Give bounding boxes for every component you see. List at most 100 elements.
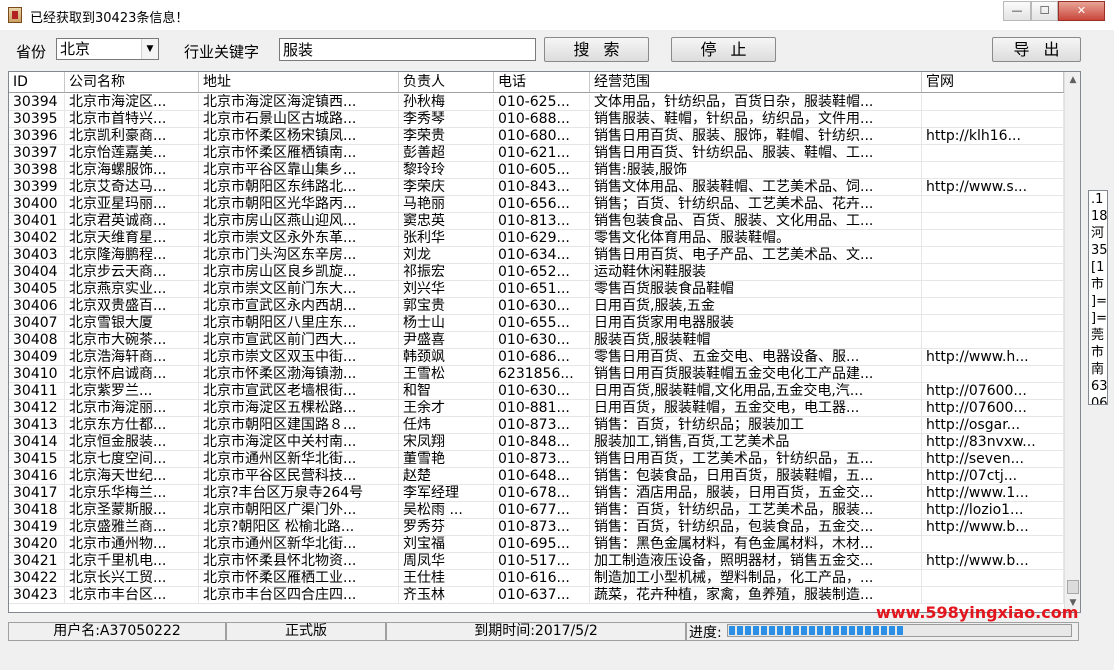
header-col-id[interactable]: ID <box>9 72 65 92</box>
cell-id: 30398 <box>9 162 65 179</box>
side-peek-text: 06 <box>1091 396 1108 405</box>
table-row[interactable]: 30414 北京恒金服装... 北京市海淀区中关村南... 宋凤翔 010-848...… <box>9 434 1064 451</box>
cell-address: 北京市朝阳区东纬路北... <box>199 179 399 196</box>
table-row[interactable]: 30418 北京圣蒙斯服... 北京市朝阳区广渠门外... 吴松雨 ... 010-67… <box>9 502 1064 519</box>
scroll-up-icon[interactable]: ▲ <box>1065 72 1080 89</box>
table-row[interactable]: 30419 北京盛雅兰商... 北京?朝阳区 松榆北路... 罗秀芬 010-873..… <box>9 519 1064 536</box>
cell-phone: 010-634... <box>494 247 590 264</box>
cell-contact: 祁振宏 <box>399 264 494 281</box>
cell-company: 北京七度空间... <box>65 451 199 468</box>
keyword-input[interactable] <box>279 38 536 61</box>
vertical-scrollbar[interactable]: ▲ ▼ <box>1064 72 1080 612</box>
cell-website <box>922 281 1064 298</box>
table-row[interactable]: 30403 北京隆海鹏程... 北京市门头沟区东辛房... 刘龙 010-634... 销… <box>9 247 1064 264</box>
province-select[interactable]: 北京 ▼ <box>56 38 159 60</box>
table-row[interactable]: 30420 北京市通州物... 北京市通州区新华北街... 刘宝福 010-695...… <box>9 536 1064 553</box>
stop-button[interactable]: 停止 <box>671 37 776 62</box>
side-peek-text: [1 <box>1091 260 1105 275</box>
header-col-website[interactable]: 官网 <box>922 72 1064 92</box>
table-row[interactable]: 30401 北京君英诚商... 北京市房山区燕山迎风... 窦忠英 010-813...… <box>9 213 1064 230</box>
cell-id: 30420 <box>9 536 65 553</box>
cell-contact: 黎玲玲 <box>399 162 494 179</box>
table-row[interactable]: 30409 北京浩海轩商... 北京市崇文区双玉中街... 韩颈飒 010-686...… <box>9 349 1064 366</box>
cell-scope: 日用百货,服装,五金 <box>590 298 922 315</box>
cell-phone: 010-651... <box>494 281 590 298</box>
cell-website: http://07600... <box>922 400 1064 417</box>
table-row[interactable]: 30410 北京怀启诚商... 北京市怀柔区渤海镇渤... 王雪松 6231856...… <box>9 366 1064 383</box>
scroll-thumb[interactable] <box>1067 580 1079 594</box>
cell-id: 30407 <box>9 315 65 332</box>
cell-company: 北京君英诚商... <box>65 213 199 230</box>
table-row[interactable]: 30397 北京怡莲嘉美... 北京市怀柔区雁栖镇南... 彭善超 010-621...… <box>9 145 1064 162</box>
cell-address: 北京市通州区新华北街... <box>199 451 399 468</box>
table-row[interactable]: 30411 北京紫罗兰... 北京市宣武区老墙根街... 和智 010-630... 日用… <box>9 383 1064 400</box>
table-row[interactable]: 30396 北京凯利豪商... 北京市怀柔区杨宋镇凤... 李荣贵 010-680...… <box>9 128 1064 145</box>
cell-scope: 销售服装、鞋帽，针织品，纺织品，文件用... <box>590 111 922 128</box>
table-row[interactable]: 30405 北京燕京实业... 北京市崇文区前门东大... 刘兴华 010-651...… <box>9 281 1064 298</box>
table-row[interactable]: 30421 北京千里机电... 北京市怀柔县怀北物资... 周凤华 010-517...… <box>9 553 1064 570</box>
table-row[interactable]: 30404 北京步云天商... 北京市房山区良乡凯旋... 祁振宏 010-652...… <box>9 264 1064 281</box>
table-row[interactable]: 30394 北京市海淀区... 北京市海淀区海淀镇西... 孙秋梅 010-625...… <box>9 94 1064 111</box>
cell-website: http://klh16... <box>922 128 1064 145</box>
chevron-down-icon[interactable]: ▼ <box>141 39 158 59</box>
table-row[interactable]: 30395 北京市首特兴... 北京市石景山区古城路... 李秀琴 010-688...… <box>9 111 1064 128</box>
cell-contact: 孙秋梅 <box>399 94 494 111</box>
table-body: 30394 北京市海淀区... 北京市海淀区海淀镇西... 孙秋梅 010-625...… <box>9 94 1064 604</box>
close-button[interactable]: ✕ <box>1058 1 1105 21</box>
cell-id: 30405 <box>9 281 65 298</box>
cell-contact: 罗秀芬 <box>399 519 494 536</box>
cell-company: 北京市海淀区... <box>65 94 199 111</box>
cell-scope: 加工制造液压设备，照明器材，销售五金交... <box>590 553 922 570</box>
window-title: 已经获取到30423条信息！ <box>30 11 189 26</box>
cell-phone: 010-680... <box>494 128 590 145</box>
cell-contact: 彭善超 <box>399 145 494 162</box>
cell-address: 北京市海淀区五棵松路... <box>199 400 399 417</box>
cell-id: 30402 <box>9 230 65 247</box>
search-button[interactable]: 搜索 <box>544 37 649 62</box>
cell-website: http://www.1... <box>922 485 1064 502</box>
header-col-address[interactable]: 地址 <box>199 72 399 92</box>
table-row[interactable]: 30399 北京艾奇达马... 北京市朝阳区东纬路北... 李荣庆 010-843...… <box>9 179 1064 196</box>
table-row[interactable]: 30415 北京七度空间... 北京市通州区新华北街... 董雪艳 010-873...… <box>9 451 1064 468</box>
cell-website: http://lozio1... <box>922 502 1064 519</box>
cell-website: http://www.b... <box>922 553 1064 570</box>
table-row[interactable]: 30406 北京双贵盛百... 北京市宣武区永内西胡... 郭宝贵 010-630...… <box>9 298 1064 315</box>
cell-address: 北京市朝阳区建国路８... <box>199 417 399 434</box>
cell-id: 30409 <box>9 349 65 366</box>
cell-company: 北京紫罗兰... <box>65 383 199 400</box>
export-button[interactable]: 导出 <box>992 37 1081 62</box>
cell-address: 北京市朝阳区广渠门外... <box>199 502 399 519</box>
table-row[interactable]: 30400 北京亚星玛丽... 北京市朝阳区光华路丙... 马艳丽 010-656...… <box>9 196 1064 213</box>
table-row[interactable]: 30402 北京天维育星... 北京市崇文区永外东革... 张利华 010-629...… <box>9 230 1064 247</box>
results-table[interactable]: ID 公司名称 地址 负责人 电话 经营范围 官网 30394 北京市海淀区... 北京市海淀区… <box>8 71 1081 613</box>
cell-phone: 6231856... <box>494 366 590 383</box>
cell-company: 北京艾奇达马... <box>65 179 199 196</box>
cell-contact: 王余才 <box>399 400 494 417</box>
table-row[interactable]: 30423 北京市丰台区... 北京市丰台区四合庄四... 齐玉林 010-637...… <box>9 587 1064 604</box>
header-col-contact[interactable]: 负责人 <box>399 72 494 92</box>
table-row[interactable]: 30413 北京东方仕都... 北京市朝阳区建国路８... 任炜 010-873... 销… <box>9 417 1064 434</box>
header-col-company[interactable]: 公司名称 <box>65 72 199 92</box>
header-col-phone[interactable]: 电话 <box>494 72 590 92</box>
province-value: 北京 <box>60 40 91 58</box>
table-row[interactable]: 30398 北京海螺服饰... 北京市平谷区靠山集乡... 黎玲玲 010-605...… <box>9 162 1064 179</box>
table-row[interactable]: 30422 北京长兴工贸... 北京市怀柔区雁栖工业... 王仕桂 010-616...… <box>9 570 1064 587</box>
table-row[interactable]: 30407 北京雪银大厦 北京市朝阳区八里庄东... 杨士山 010-655... 日用百… <box>9 315 1064 332</box>
cell-scope: 销售：百货，针纺织品，工艺美术品，服装... <box>590 502 922 519</box>
table-row[interactable]: 30416 北京海天世纪... 北京市平谷区民营科技... 赵楚 010-648... 销… <box>9 468 1064 485</box>
table-row[interactable]: 30408 北京市大碗茶... 北京市宣武区前门西大... 尹盛喜 010-630...… <box>9 332 1064 349</box>
table-row[interactable]: 30417 北京乐华梅兰... 北京?丰台区万泉寺264号 李军经理 010-678..… <box>9 485 1064 502</box>
cell-phone: 010-813... <box>494 213 590 230</box>
cell-contact: 吴松雨 ... <box>399 502 494 519</box>
cell-address: 北京市朝阳区光华路丙... <box>199 196 399 213</box>
cell-contact: 刘兴华 <box>399 281 494 298</box>
minimize-button[interactable]: — <box>1003 1 1031 21</box>
cell-id: 30413 <box>9 417 65 434</box>
header-col-scope[interactable]: 经营范围 <box>590 72 922 92</box>
cell-phone: 010-655... <box>494 315 590 332</box>
table-row[interactable]: 30412 北京市海淀丽... 北京市海淀区五棵松路... 王余才 010-881...… <box>9 400 1064 417</box>
side-peek-text: 市 <box>1091 345 1105 360</box>
cell-contact: 宋凤翔 <box>399 434 494 451</box>
cell-scope: 销售日用百货服装鞋帽五金交电化工产品建... <box>590 366 922 383</box>
maximize-button[interactable]: ☐ <box>1031 1 1058 21</box>
